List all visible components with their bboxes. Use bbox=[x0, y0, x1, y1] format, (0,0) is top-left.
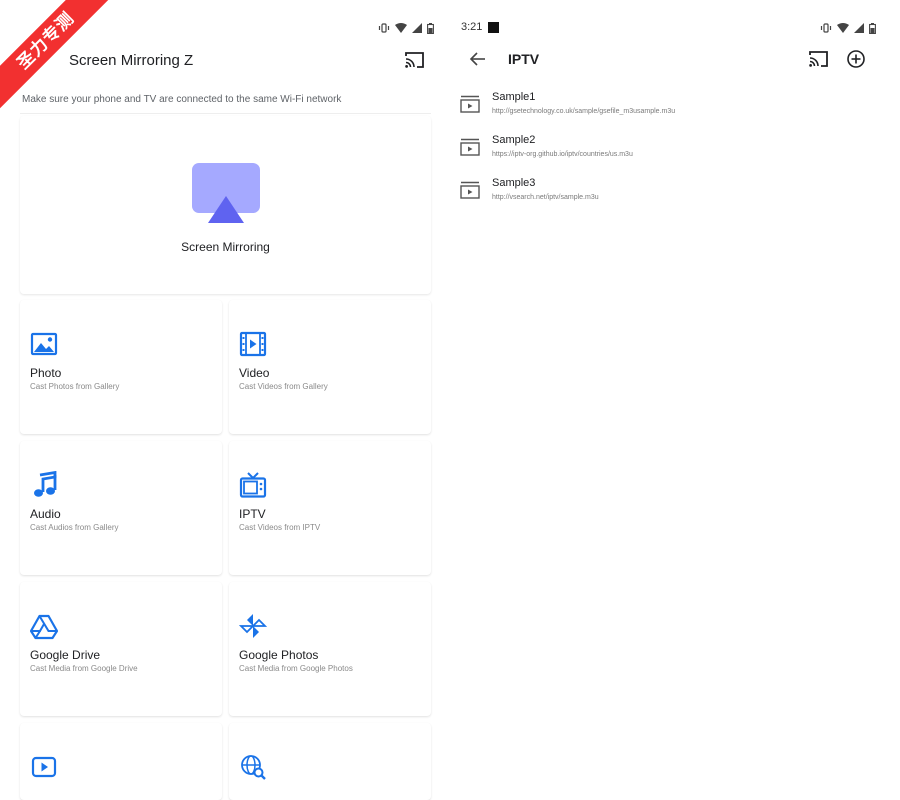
card-subtitle: Cast Media from Google Drive bbox=[30, 664, 138, 673]
google-drive-card[interactable]: Google Drive Cast Media from Google Driv… bbox=[20, 582, 222, 716]
wifi-icon bbox=[837, 23, 849, 33]
signal-icon bbox=[854, 23, 864, 33]
watermark-ribbon: 圣力专测 bbox=[0, 0, 130, 130]
screen-mirroring-label: Screen Mirroring bbox=[181, 240, 270, 254]
vibrate-icon bbox=[378, 23, 390, 33]
playlist-icon bbox=[460, 181, 480, 199]
add-circle-icon[interactable] bbox=[845, 48, 867, 70]
back-arrow-icon[interactable] bbox=[468, 49, 488, 69]
status-time: 3:21 bbox=[461, 21, 500, 33]
photo-card[interactable]: Photo Cast Photos from Gallery bbox=[20, 300, 222, 434]
airplay-icon bbox=[192, 163, 260, 223]
tv-icon bbox=[239, 472, 267, 498]
card-title: Google Drive bbox=[30, 648, 101, 662]
video-card[interactable]: Video Cast Videos from Gallery bbox=[229, 300, 431, 434]
audio-card[interactable]: Audio Cast Audios from Gallery bbox=[20, 441, 222, 575]
card-title: Photo bbox=[30, 366, 62, 380]
vibrate-icon bbox=[820, 23, 832, 33]
playlist-icon bbox=[460, 138, 480, 156]
iptv-screen: 3:21 IPTV Sample1 http://gsetechnology.c… bbox=[450, 0, 900, 800]
playlist-url: http://vsearch.net/iptv/sample.m3u bbox=[492, 194, 599, 201]
watermark-text: 圣力专测 bbox=[0, 0, 121, 116]
signal-icon bbox=[412, 23, 422, 33]
film-icon bbox=[239, 331, 267, 357]
playlist-item[interactable]: Sample1 http://gsetechnology.co.uk/sampl… bbox=[450, 91, 890, 131]
google-photos-card[interactable]: Google Photos Cast Media from Google Pho… bbox=[229, 582, 431, 716]
card-subtitle: Cast Videos from IPTV bbox=[239, 523, 321, 532]
card-subtitle: Cast Audios from Gallery bbox=[30, 523, 119, 532]
drive-icon bbox=[30, 614, 58, 640]
card-subtitle: Cast Media from Google Photos bbox=[239, 664, 353, 673]
wifi-icon bbox=[395, 23, 407, 33]
page-title: IPTV bbox=[508, 51, 540, 67]
youtube-icon bbox=[31, 756, 57, 778]
cast-icon[interactable] bbox=[808, 49, 830, 69]
music-note-icon bbox=[34, 471, 57, 497]
screen-mirroring-card[interactable]: Screen Mirroring bbox=[20, 116, 431, 294]
playlist-url: http://gsetechnology.co.uk/sample/gsefil… bbox=[492, 108, 676, 115]
card-title: Video bbox=[239, 366, 270, 380]
battery-icon bbox=[869, 22, 876, 34]
playlist-name: Sample3 bbox=[492, 177, 536, 189]
playlist-item[interactable]: Sample2 https://iptv-org.github.io/iptv/… bbox=[450, 134, 890, 174]
status-icons bbox=[820, 20, 876, 36]
playlist-item[interactable]: Sample3 http://vsearch.net/iptv/sample.m… bbox=[450, 177, 890, 217]
card-title: Audio bbox=[30, 507, 61, 521]
notification-icon bbox=[488, 21, 500, 33]
iptv-card[interactable]: IPTV Cast Videos from IPTV bbox=[229, 441, 431, 575]
time-text: 3:21 bbox=[461, 21, 483, 33]
card-subtitle: Cast Videos from Gallery bbox=[239, 382, 328, 391]
battery-icon bbox=[427, 22, 434, 34]
playlist-icon bbox=[460, 95, 480, 113]
youtube-card[interactable] bbox=[20, 723, 222, 800]
image-icon bbox=[30, 332, 58, 356]
cast-icon[interactable] bbox=[404, 50, 426, 70]
card-subtitle: Cast Photos from Gallery bbox=[30, 382, 120, 391]
web-search-card[interactable] bbox=[229, 723, 431, 800]
web-search-icon bbox=[241, 755, 266, 780]
card-title: Google Photos bbox=[239, 648, 319, 662]
playlist-name: Sample1 bbox=[492, 91, 536, 103]
playlist-name: Sample2 bbox=[492, 134, 536, 146]
status-icons bbox=[378, 20, 434, 36]
playlist-url: https://iptv-org.github.io/iptv/countrie… bbox=[492, 151, 633, 158]
card-title: IPTV bbox=[239, 507, 266, 521]
pinwheel-icon bbox=[239, 614, 267, 638]
